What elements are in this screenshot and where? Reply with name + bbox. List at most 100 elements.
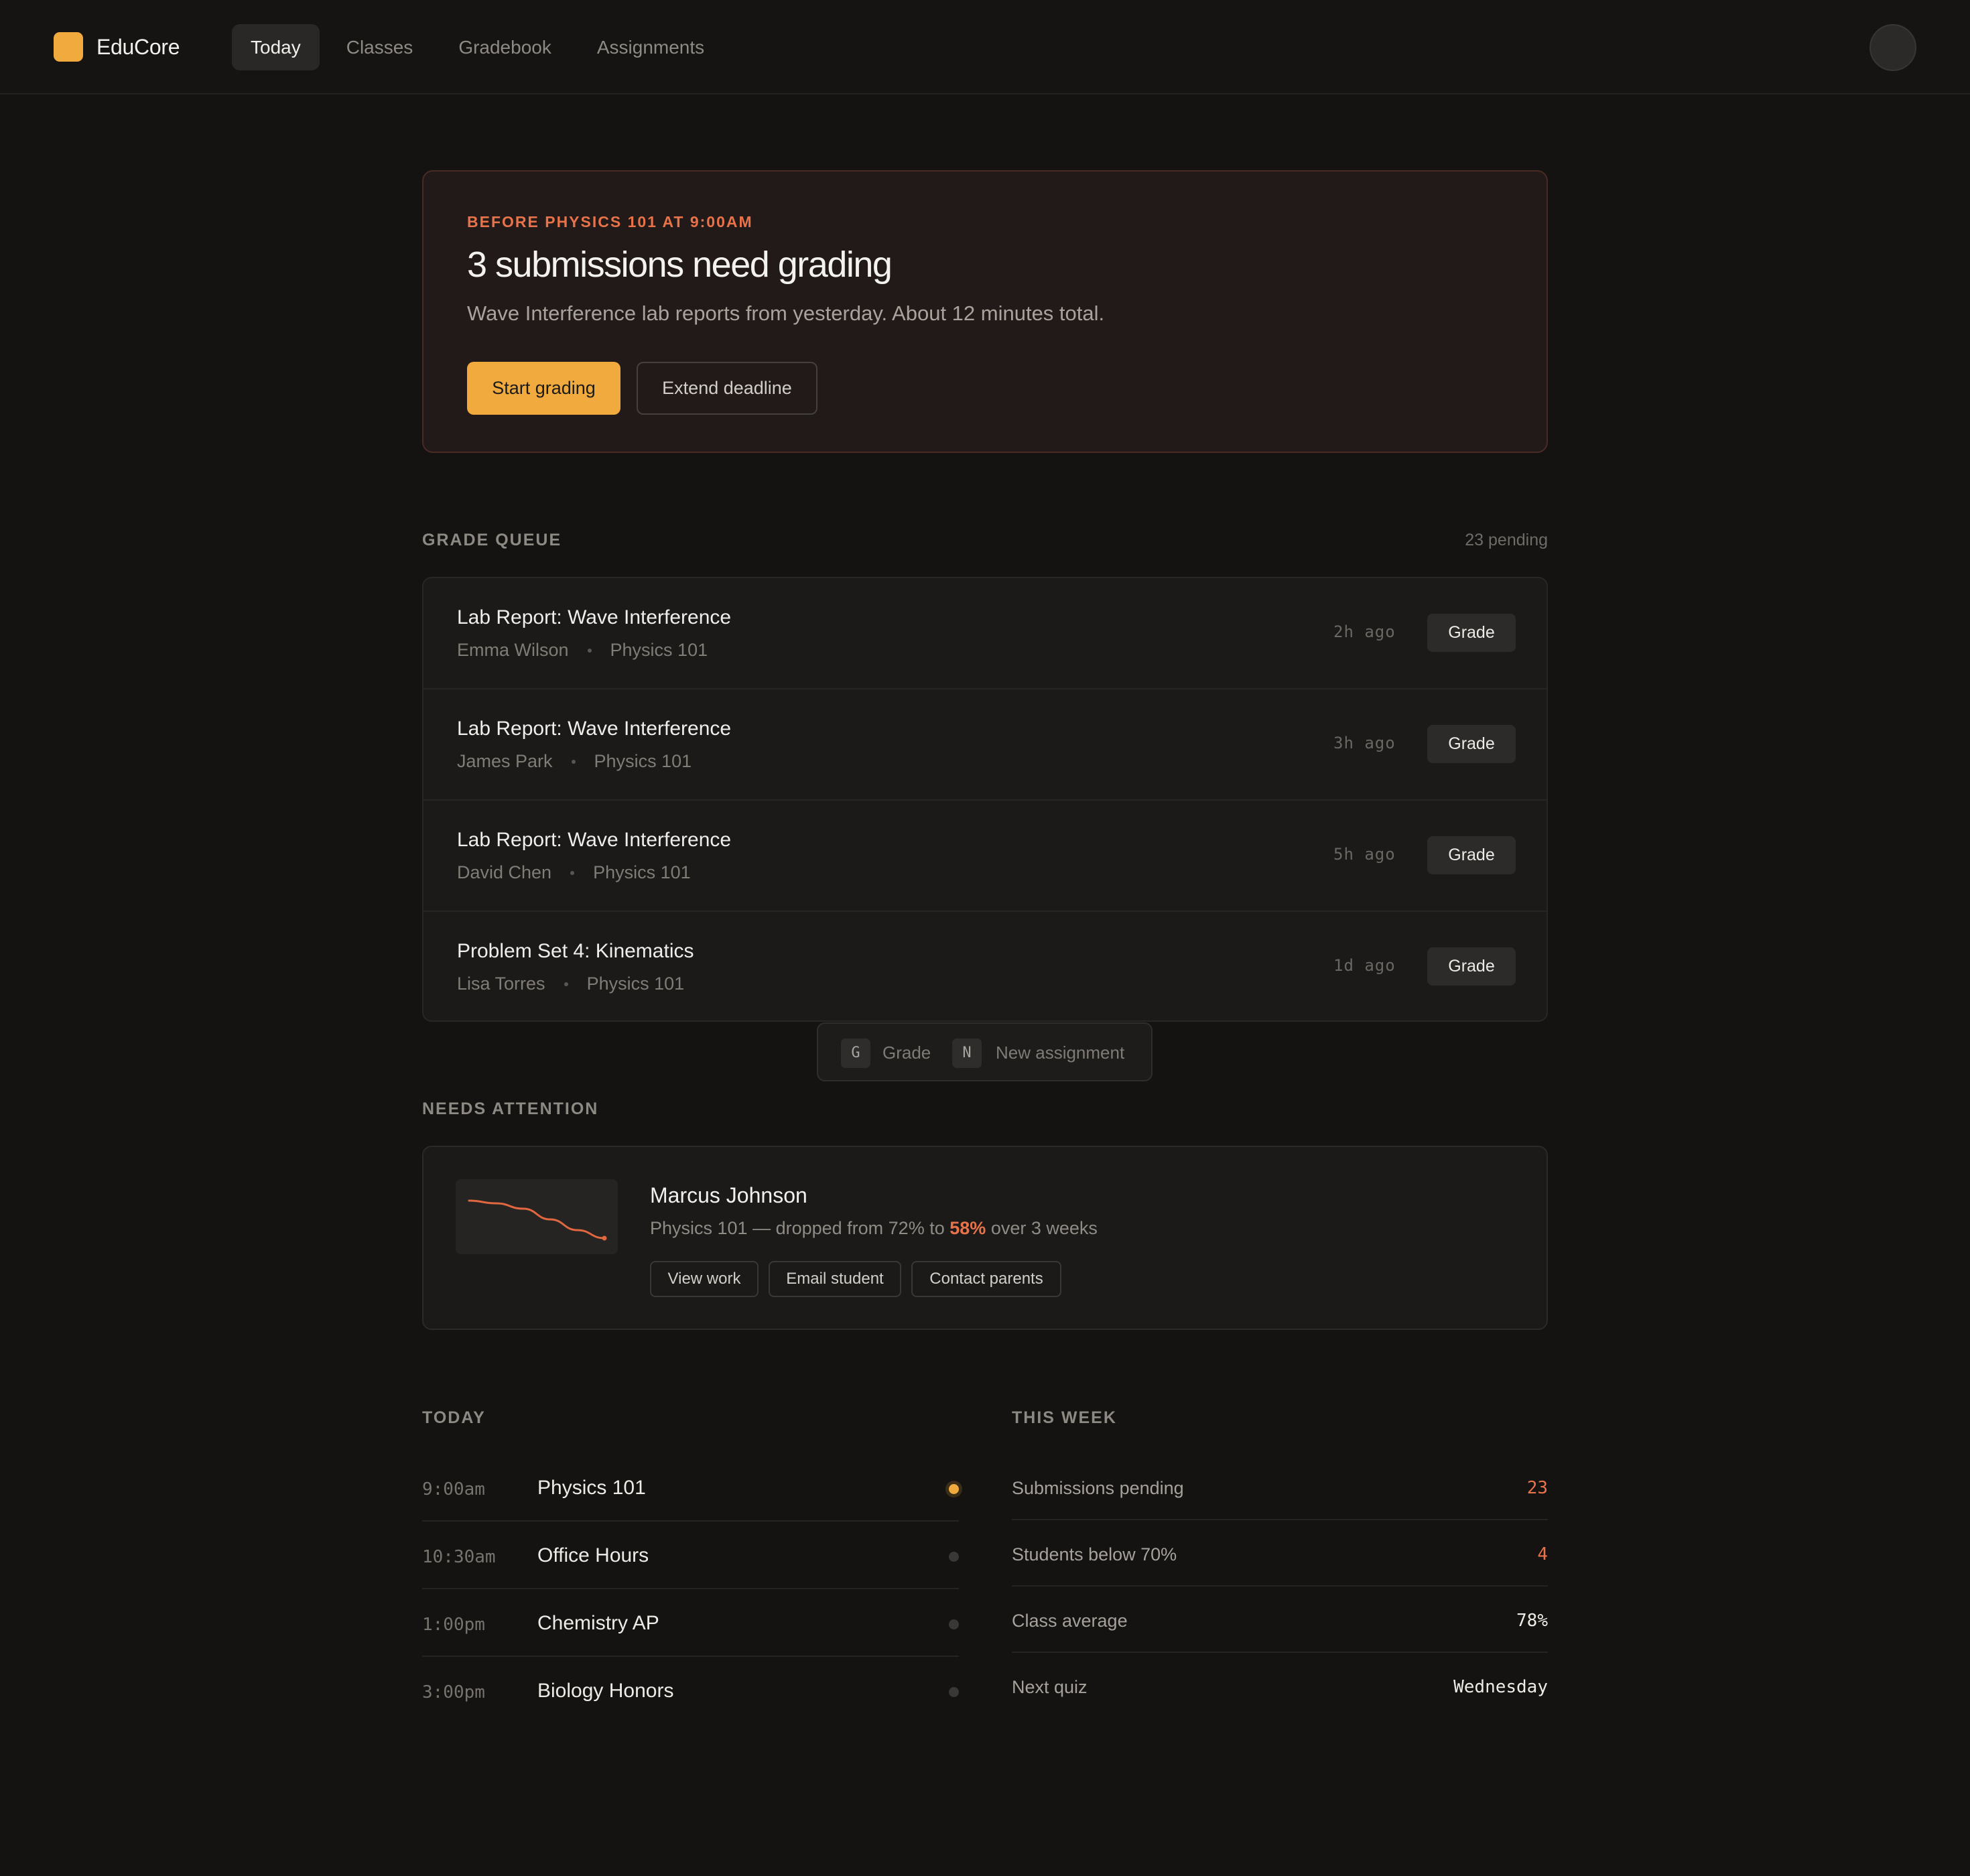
stat-label: Students below 70% [1012,1544,1177,1564]
schedule-time: 10:30am [422,1547,496,1567]
submission-meta: Lisa Torres Physics 101 [457,974,684,994]
stat-row: Class average 78% [1012,1587,1548,1653]
needs-attention-heading: NEEDS ATTENTION [422,1099,599,1118]
class-name: Physics 101 [586,974,685,994]
schedule-time: 1:00pm [422,1615,485,1635]
avatar[interactable] [1869,24,1916,71]
submission-title: Lab Report: Wave Interference [457,606,732,628]
stat-label: Submissions pending [1012,1478,1184,1498]
submission-meta: James Park Physics 101 [457,751,692,772]
contact-parents-button[interactable]: Contact parents [911,1261,1061,1297]
submission-meta: Emma Wilson Physics 101 [457,640,708,661]
submission-meta: David Chen Physics 101 [457,862,691,883]
reminder-eyebrow: BEFORE PHYSICS 101 AT 9:00AM [467,213,753,230]
status-dot [949,1619,959,1629]
class-name: Physics 101 [610,640,708,660]
brand[interactable]: EduCore [54,32,180,62]
submitted-time: 5h ago [1333,845,1396,864]
alert-desc-suffix: over 3 weeks [990,1218,1098,1238]
queue-row[interactable]: Lab Report: Wave Interference David Chen… [423,801,1547,912]
grade-queue-list: Lab Report: Wave Interference Emma Wilso… [422,577,1548,1022]
today-heading: TODAY [422,1408,486,1427]
reminder-subtitle: Wave Interference lab reports from yeste… [467,302,1105,325]
submission-title: Problem Set 4: Kinematics [457,940,694,962]
stat-row: Students below 70% 4 [1012,1520,1548,1587]
schedule-time: 9:00am [422,1479,485,1499]
grade-button[interactable]: Grade [1427,725,1516,763]
email-student-button[interactable]: Email student [769,1261,901,1297]
tab-assignments[interactable]: Assignments [578,24,723,70]
submission-title: Lab Report: Wave Interference [457,718,732,740]
reminder-title: 3 submissions need grading [467,245,893,285]
alert-desc-prefix: Physics 101 — dropped from 72% to [650,1218,945,1238]
tab-gradebook[interactable]: Gradebook [440,24,570,70]
schedule-title: Biology Honors [537,1680,674,1702]
main-nav: Today Classes Gradebook Assignments [232,24,731,70]
logo-icon [54,32,83,62]
grading-reminder-card: BEFORE PHYSICS 101 AT 9:00AM 3 submissio… [422,170,1548,453]
grade-button[interactable]: Grade [1427,614,1516,652]
stat-row: Next quiz Wednesday [1012,1653,1548,1719]
pending-count: 23 pending [1465,531,1548,549]
app-name: EduCore [96,34,180,59]
queue-row[interactable]: Problem Set 4: Kinematics Lisa Torres Ph… [423,912,1547,1020]
grade-queue-heading: GRADE QUEUE [422,531,562,549]
separator-dot [571,759,576,764]
stat-value: 23 [1526,1478,1548,1498]
stat-label: Next quiz [1012,1677,1088,1697]
start-grading-button[interactable]: Start grading [467,362,620,415]
top-bar: EduCore Today Classes Gradebook Assignme… [0,0,1970,94]
stat-value: 78% [1516,1611,1548,1631]
stat-value: 4 [1537,1544,1548,1564]
schedule-title: Office Hours [537,1544,649,1566]
grade-button[interactable]: Grade [1427,947,1516,986]
shortcut-label-grade: Grade [882,1043,931,1063]
submitted-time: 2h ago [1333,622,1396,641]
tab-classes[interactable]: Classes [328,24,432,70]
extend-deadline-button[interactable]: Extend deadline [637,362,817,415]
class-name: Physics 101 [593,862,691,882]
schedule-time: 3:00pm [422,1682,485,1702]
sparkline-chart [468,1199,607,1241]
class-name: Physics 101 [594,751,692,771]
schedule-item[interactable]: 9:00am Physics 101 [422,1454,959,1522]
this-week-heading: THIS WEEK [1012,1408,1117,1427]
student-name: James Park [457,751,553,771]
stat-label: Class average [1012,1611,1128,1631]
queue-row[interactable]: Lab Report: Wave Interference Emma Wilso… [423,578,1547,689]
student-name: Marcus Johnson [650,1183,807,1207]
trend-line [468,1199,606,1240]
submitted-time: 3h ago [1333,734,1396,752]
schedule-title: Physics 101 [537,1477,646,1499]
shortcut-key-n: N [952,1038,982,1068]
tab-today[interactable]: Today [232,24,320,70]
student-name: Emma Wilson [457,640,569,660]
schedule-item[interactable]: 3:00pm Biology Honors [422,1657,959,1725]
shortcut-key-g: G [841,1038,870,1068]
separator-dot [587,648,592,653]
submitted-time: 1d ago [1333,956,1396,975]
schedule-item[interactable]: 1:00pm Chemistry AP [422,1589,959,1657]
grade-button[interactable]: Grade [1427,836,1516,874]
queue-row[interactable]: Lab Report: Wave Interference James Park… [423,689,1547,801]
schedule-item[interactable]: 10:30am Office Hours [422,1522,959,1589]
current-grade: 58% [949,1218,986,1238]
student-alert-card: Marcus Johnson Physics 101 — dropped fro… [422,1146,1548,1330]
view-work-button[interactable]: View work [650,1261,759,1297]
schedule-title: Chemistry AP [537,1612,659,1634]
status-dot [949,1687,959,1697]
status-dot [949,1552,959,1562]
student-name: Lisa Torres [457,974,545,994]
keyboard-shortcuts-hint: G Grade N New assignment [817,1022,1153,1081]
shortcut-label-new-assignment: New assignment [996,1043,1125,1063]
trend-end-point [602,1235,607,1241]
separator-dot [564,982,568,986]
separator-dot [570,870,575,875]
stat-row: Submissions pending 23 [1012,1454,1548,1520]
student-name: David Chen [457,862,552,882]
submission-title: Lab Report: Wave Interference [457,829,732,851]
live-status-dot [949,1484,959,1494]
grade-trend-sparkline [456,1179,618,1254]
stat-value: Wednesday [1453,1677,1548,1697]
student-alert-description: Physics 101 — dropped from 72% to 58% ov… [650,1218,1098,1239]
